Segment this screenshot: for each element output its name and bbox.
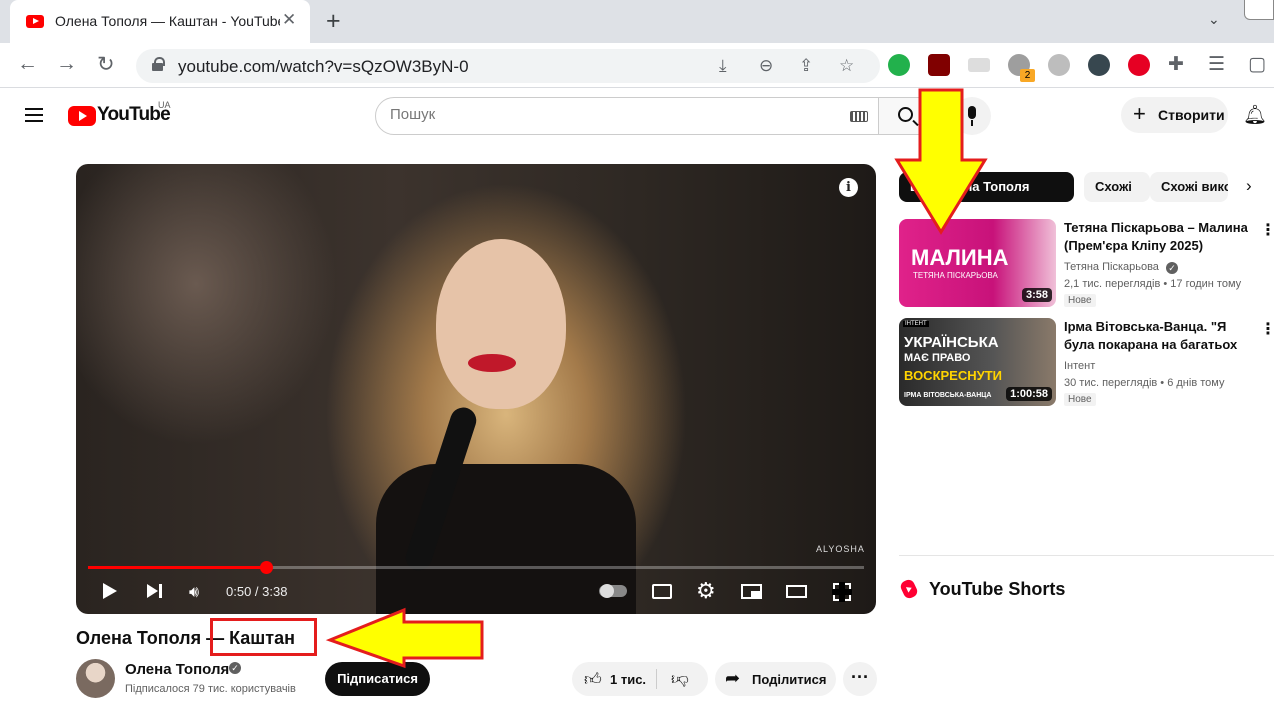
annotation-arrows <box>325 88 988 669</box>
arrow-left-annotation <box>325 607 484 669</box>
arrow-down-annotation <box>894 88 988 235</box>
